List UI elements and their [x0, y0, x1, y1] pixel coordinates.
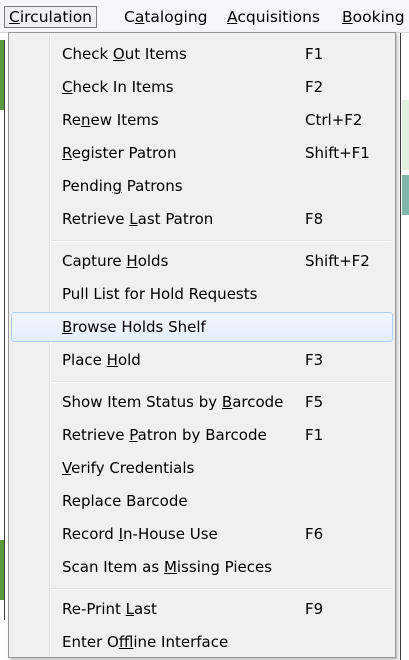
menu-item-enter-offline-interface[interactable]: Enter Offline Interface	[11, 627, 393, 657]
menu-item-shortcut: Shift+F2	[305, 252, 370, 270]
menu-item-browse-holds-shelf[interactable]: Browse Holds Shelf	[11, 312, 393, 342]
menu-item-shortcut: Ctrl+F2	[305, 111, 363, 129]
menu-item-label: Capture Holds	[62, 252, 169, 270]
menu-item-label: Retrieve Last Patron	[62, 210, 214, 228]
menu-item-pull-list-for-hold-requests[interactable]: Pull List for Hold Requests	[11, 279, 393, 309]
menu-circulation[interactable]: Circulation	[4, 6, 98, 28]
menu-label-post: taloging	[144, 8, 208, 26]
menubar: Circulation Cataloging Acquisitions Book…	[0, 0, 409, 33]
menu-cataloging[interactable]: Cataloging	[124, 6, 208, 28]
menu-item-label: Place Hold	[62, 351, 141, 369]
menu-item-shortcut: Shift+F1	[305, 144, 370, 162]
menu-item-shortcut: F3	[305, 351, 324, 369]
background-divider	[4, 40, 5, 620]
menu-item-pending-patrons[interactable]: Pending Patrons	[11, 171, 393, 201]
menu-item-shortcut: F2	[305, 78, 324, 96]
menu-label-pre: C	[124, 8, 135, 26]
menu-item-retrieve-patron-by-barcode[interactable]: Retrieve Patron by Barcode F1	[11, 420, 393, 450]
menu-item-label: Pull List for Hold Requests	[62, 285, 258, 303]
menu-item-label: Check In Items	[62, 78, 174, 96]
menu-item-label: Retrieve Patron by Barcode	[62, 426, 267, 444]
menu-item-check-in-items[interactable]: Check In Items F2	[11, 72, 393, 102]
background-divider	[400, 33, 401, 660]
menu-item-verify-credentials[interactable]: Verify Credentials	[11, 453, 393, 483]
background-panel-accent	[402, 175, 409, 215]
menu-item-renew-items[interactable]: Renew Items Ctrl+F2	[11, 105, 393, 135]
menu-separator	[51, 588, 391, 590]
menu-separator	[51, 240, 391, 242]
menu-item-label: Replace Barcode	[62, 492, 188, 510]
menu-item-shortcut: F9	[305, 600, 324, 618]
menu-item-label: Scan Item as Missing Pieces	[62, 558, 273, 576]
background-panel-accent	[0, 540, 4, 600]
menu-item-label: Record In-House Use	[62, 525, 218, 543]
menu-label-accel: a	[134, 8, 145, 26]
menu-item-label: Re-Print Last	[62, 600, 157, 618]
menu-booking[interactable]: Booking	[342, 6, 405, 28]
menu-item-shortcut: F1	[305, 426, 324, 444]
menu-item-re-print-last[interactable]: Re-Print Last F9	[11, 594, 393, 624]
menu-item-label: Show Item Status by Barcode	[62, 393, 284, 411]
menu-label-accel: C	[9, 8, 20, 26]
menu-label-post: ooking	[352, 8, 405, 26]
menu-item-label: Pending Patrons	[62, 177, 183, 195]
menu-item-shortcut: F6	[305, 525, 324, 543]
menu-item-shortcut: F1	[305, 45, 324, 63]
menu-item-label: Renew Items	[62, 111, 159, 129]
menu-item-scan-item-as-missing-pieces[interactable]: Scan Item as Missing Pieces	[11, 552, 393, 582]
menu-item-register-patron[interactable]: Register Patron Shift+F1	[11, 138, 393, 168]
menu-label-post: cquisitions	[237, 8, 320, 26]
menu-item-replace-barcode[interactable]: Replace Barcode	[11, 486, 393, 516]
menu-acquisitions[interactable]: Acquisitions	[227, 6, 320, 28]
menu-item-shortcut: F8	[305, 210, 324, 228]
menu-item-retrieve-last-patron[interactable]: Retrieve Last Patron F8	[11, 204, 393, 234]
menu-item-record-in-house-use[interactable]: Record In-House Use F6	[11, 519, 393, 549]
menu-item-label: Enter Offline Interface	[62, 633, 229, 651]
menu-item-place-hold[interactable]: Place Hold F3	[11, 345, 393, 375]
circulation-dropdown-menu: Check Out Items F1 Check In Items F2 Ren…	[8, 32, 396, 658]
menu-item-capture-holds[interactable]: Capture Holds Shift+F2	[11, 246, 393, 276]
menu-label-accel: B	[342, 8, 353, 26]
menu-item-show-item-status-by-barcode[interactable]: Show Item Status by Barcode F5	[11, 387, 393, 417]
menu-item-check-out-items[interactable]: Check Out Items F1	[11, 39, 393, 69]
menu-item-label: Browse Holds Shelf	[62, 318, 206, 336]
app-window: Circulation Cataloging Acquisitions Book…	[0, 0, 409, 660]
menu-item-shortcut: F5	[305, 393, 324, 411]
menu-label-accel: A	[227, 8, 238, 26]
menu-label-post: irculation	[19, 8, 93, 26]
menu-item-label: Register Patron	[62, 144, 177, 162]
background-panel-accent	[402, 100, 409, 170]
menu-separator	[51, 381, 391, 383]
menu-item-label: Verify Credentials	[62, 459, 195, 477]
menu-item-label: Check Out Items	[62, 45, 187, 63]
